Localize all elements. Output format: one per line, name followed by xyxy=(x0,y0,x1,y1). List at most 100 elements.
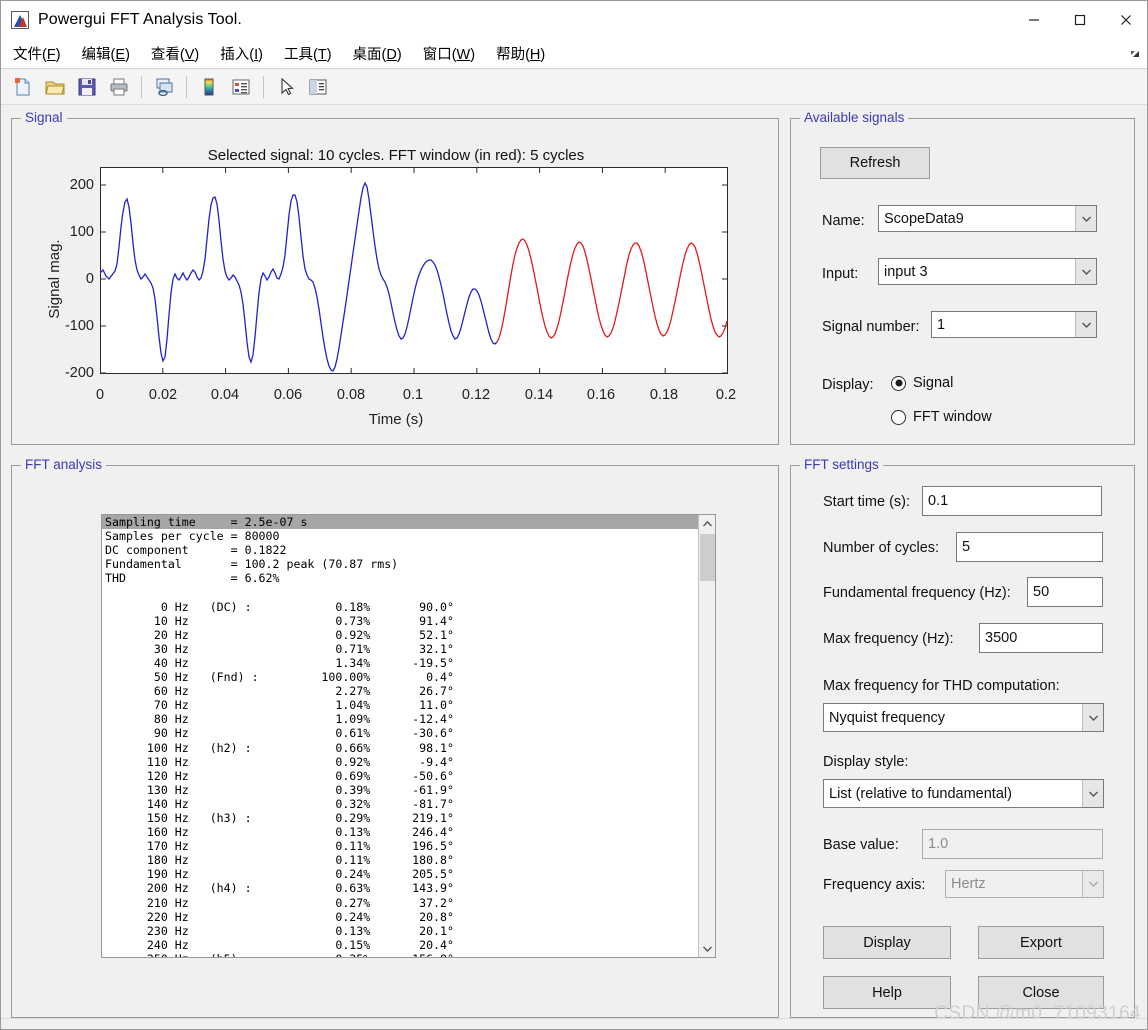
fft-report-line[interactable]: 130 Hz 0.39% -61.9° xyxy=(102,783,698,797)
fft-report-line[interactable]: 190 Hz 0.24% 205.5° xyxy=(102,867,698,881)
base-value-input[interactable]: 1.0 xyxy=(922,829,1103,859)
fft-report-line[interactable]: 150 Hz (h3) : 0.29% 219.1° xyxy=(102,811,698,825)
menu-insert[interactable]: 插入(I) xyxy=(211,40,272,67)
maximize-button[interactable] xyxy=(1057,1,1103,39)
fft-report-line[interactable] xyxy=(102,585,698,599)
fft-report-line[interactable]: 120 Hz 0.69% -50.6° xyxy=(102,769,698,783)
chevron-down-icon[interactable] xyxy=(1082,871,1103,897)
max-frequency-thd-combobox[interactable]: Nyquist frequency xyxy=(823,703,1104,732)
input-combobox[interactable]: input 3 xyxy=(878,258,1097,285)
bottom-strip xyxy=(1,1018,1148,1029)
menu-edit[interactable]: 编辑(E) xyxy=(73,40,139,67)
fft-report-line[interactable]: 20 Hz 0.92% 52.1° xyxy=(102,628,698,642)
max-frequency-input[interactable]: 3500 xyxy=(979,623,1103,653)
fft-report-line[interactable]: 210 Hz 0.27% 37.2° xyxy=(102,896,698,910)
fundamental-frequency-input[interactable]: 50 xyxy=(1027,577,1103,607)
menu-tools[interactable]: 工具(T) xyxy=(275,40,341,67)
fft-report-line[interactable]: 180 Hz 0.11% 180.8° xyxy=(102,853,698,867)
fft-report-line[interactable]: 110 Hz 0.92% -9.4° xyxy=(102,755,698,769)
xtick-0.16: 0.16 xyxy=(587,387,615,403)
close-button[interactable] xyxy=(1103,1,1148,39)
fft-report-line[interactable]: Fundamental = 100.2 peak (70.87 rms) xyxy=(102,557,698,571)
fft-report-line[interactable]: Samples per cycle = 80000 xyxy=(102,529,698,543)
refresh-button[interactable]: Refresh xyxy=(820,147,930,179)
legend-icon[interactable] xyxy=(228,74,254,100)
fft-report-line[interactable]: 30 Hz 0.71% 32.1° xyxy=(102,642,698,656)
scrollbar-thumb[interactable] xyxy=(700,534,715,581)
menu-view[interactable]: 查看(V) xyxy=(142,40,208,67)
fft-report-line[interactable]: 100 Hz (h2) : 0.66% 98.1° xyxy=(102,741,698,755)
fft-report-line[interactable]: 220 Hz 0.24% 20.8° xyxy=(102,910,698,924)
scroll-down-icon[interactable] xyxy=(699,940,716,957)
menu-desktop[interactable]: 桌面(D) xyxy=(344,40,411,67)
scroll-up-icon[interactable] xyxy=(699,515,716,532)
input-combobox-value: input 3 xyxy=(879,264,1075,280)
radio-signal[interactable]: Signal xyxy=(891,375,953,391)
radio-signal-indicator[interactable] xyxy=(891,376,906,391)
window-controls xyxy=(1011,1,1148,39)
fft-report-line[interactable]: 170 Hz 0.11% 196.5° xyxy=(102,839,698,853)
minimize-button[interactable] xyxy=(1011,1,1057,39)
fft-report-line[interactable]: 70 Hz 1.04% 11.0° xyxy=(102,698,698,712)
max-frequency-label: Max frequency (Hz): xyxy=(823,631,954,647)
display-style-combobox[interactable]: List (relative to fundamental) xyxy=(823,779,1104,808)
display-button[interactable]: Display xyxy=(823,926,951,959)
fft-report-line[interactable]: 40 Hz 1.34% -19.5° xyxy=(102,656,698,670)
dock-arrow-icon[interactable] xyxy=(1129,48,1141,60)
save-icon[interactable] xyxy=(74,74,100,100)
available-signals-title: Available signals xyxy=(800,110,908,125)
chevron-down-icon[interactable] xyxy=(1082,704,1103,731)
radio-fft-window-indicator[interactable] xyxy=(891,410,906,425)
chevron-down-icon[interactable] xyxy=(1075,312,1096,337)
fft-report-line[interactable]: Sampling time = 2.5e-07 s xyxy=(102,515,698,529)
menu-file[interactable]: 文件(F) xyxy=(4,40,70,67)
help-button[interactable]: Help xyxy=(823,976,951,1009)
chevron-down-icon[interactable] xyxy=(1082,780,1103,807)
colorbar-icon[interactable] xyxy=(196,74,222,100)
fft-report-line[interactable]: 240 Hz 0.15% 20.4° xyxy=(102,938,698,952)
frequency-axis-combobox[interactable]: Hertz xyxy=(945,870,1104,898)
new-figure-icon[interactable] xyxy=(10,74,36,100)
fft-report-line[interactable]: DC component = 0.1822 xyxy=(102,543,698,557)
fft-report-lines[interactable]: Sampling time = 2.5e-07 sSamples per cyc… xyxy=(102,515,698,957)
fft-report-line[interactable]: 60 Hz 2.27% 26.7° xyxy=(102,684,698,698)
fft-analysis-panel-title: FFT analysis xyxy=(21,457,106,472)
fft-report-line[interactable]: 50 Hz (Fnd) : 100.00% 0.4° xyxy=(102,670,698,684)
fft-report-line[interactable]: 10 Hz 0.73% 91.4° xyxy=(102,614,698,628)
start-time-input[interactable]: 0.1 xyxy=(922,486,1102,516)
name-combobox[interactable]: ScopeData9 xyxy=(878,205,1097,232)
menu-edit-post: ) xyxy=(125,47,130,63)
pointer-icon[interactable] xyxy=(273,74,299,100)
fft-report-line[interactable]: 0 Hz (DC) : 0.18% 90.0° xyxy=(102,600,698,614)
export-button[interactable]: Export xyxy=(978,926,1104,959)
fft-report-listbox[interactable]: Sampling time = 2.5e-07 sSamples per cyc… xyxy=(101,514,716,958)
xtick-0.18: 0.18 xyxy=(650,387,678,403)
fft-report-scrollbar[interactable] xyxy=(698,515,715,957)
print-icon[interactable] xyxy=(106,74,132,100)
fft-report-line[interactable]: 90 Hz 0.61% -30.6° xyxy=(102,726,698,740)
toolbar-separator-1 xyxy=(141,76,142,98)
menu-window[interactable]: 窗口(W) xyxy=(414,40,484,67)
plot-canvas xyxy=(100,167,728,374)
fft-report-line[interactable]: 160 Hz 0.13% 246.4° xyxy=(102,825,698,839)
menu-view-key: V xyxy=(185,47,195,63)
fft-report-line[interactable]: 140 Hz 0.32% -81.7° xyxy=(102,797,698,811)
fft-report-line[interactable]: THD = 6.62% xyxy=(102,571,698,585)
radio-fft-window[interactable]: FFT window xyxy=(891,409,992,425)
menu-help[interactable]: 帮助(H) xyxy=(487,40,554,67)
close-button-panel[interactable]: Close xyxy=(978,976,1104,1009)
fft-report-line[interactable]: 80 Hz 1.09% -12.4° xyxy=(102,712,698,726)
fft-report-line[interactable]: 230 Hz 0.13% 20.1° xyxy=(102,924,698,938)
plot-browser-icon[interactable] xyxy=(305,74,331,100)
toolbar-separator-3 xyxy=(263,76,264,98)
menu-file-key: F xyxy=(47,47,56,63)
signal-plot[interactable]: Selected signal: 10 cycles. FFT window (… xyxy=(12,119,780,446)
fft-report-line[interactable]: 200 Hz (h4) : 0.63% 143.9° xyxy=(102,881,698,895)
number-of-cycles-input[interactable]: 5 xyxy=(956,532,1103,562)
chevron-down-icon[interactable] xyxy=(1075,259,1096,284)
signal-number-combobox[interactable]: 1 xyxy=(931,311,1097,338)
link-plot-icon[interactable] xyxy=(151,74,177,100)
fft-report-line[interactable]: 250 Hz (h5) : 0.35% 156.8° xyxy=(102,952,698,957)
chevron-down-icon[interactable] xyxy=(1075,206,1096,231)
open-folder-icon[interactable] xyxy=(42,74,68,100)
